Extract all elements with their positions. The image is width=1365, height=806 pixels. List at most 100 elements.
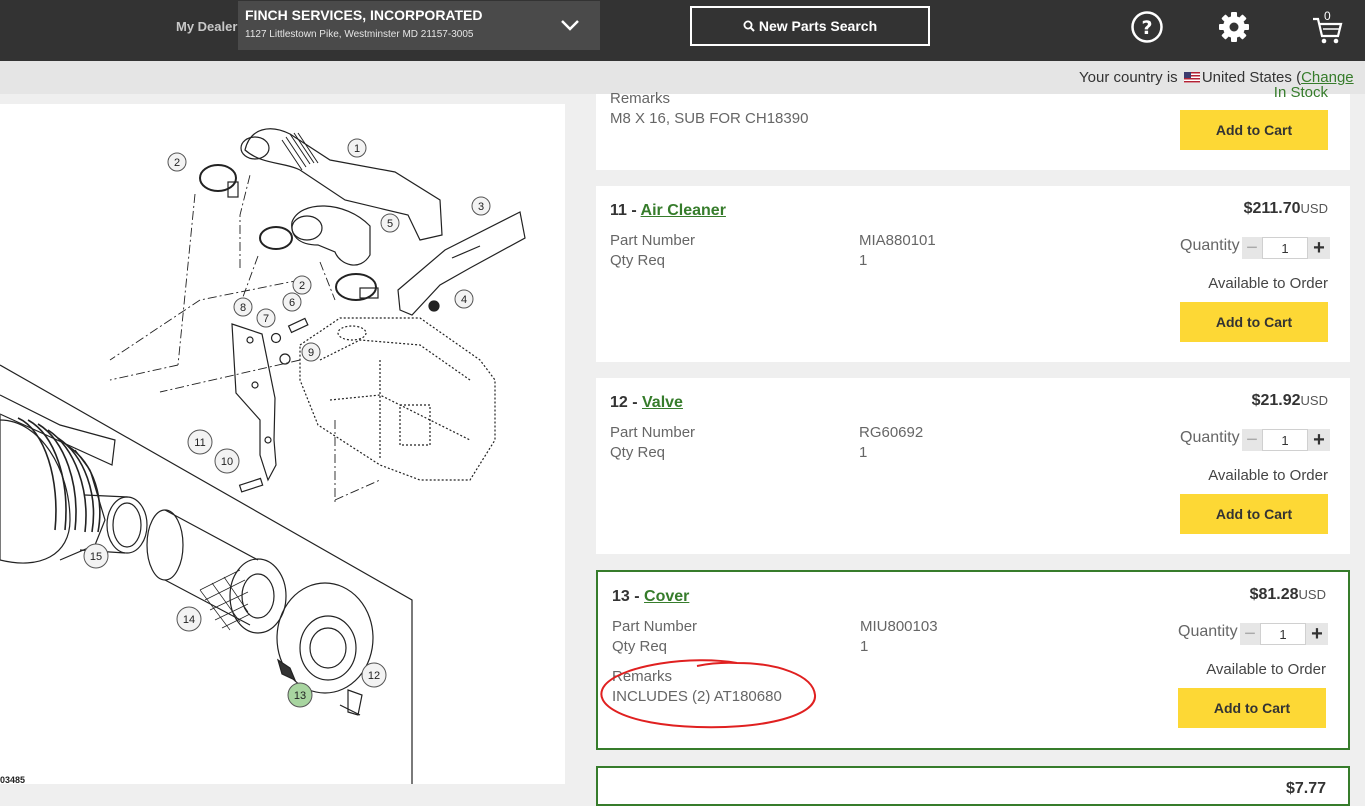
qty-req-label: Qty Req: [612, 638, 668, 655]
svg-text:4: 4: [461, 294, 467, 306]
svg-text:14: 14: [183, 614, 195, 626]
help-icon[interactable]: ?: [1130, 10, 1164, 44]
part-title: 13 - Cover: [612, 588, 689, 606]
increment-button[interactable]: +: [1306, 623, 1328, 645]
callout-13-highlighted: 13: [287, 682, 313, 708]
svg-text:2: 2: [299, 280, 305, 292]
part-name-link[interactable]: Valve: [642, 394, 683, 411]
gear-icon[interactable]: [1217, 10, 1251, 44]
quantity-input[interactable]: [1260, 623, 1306, 645]
dealer-selector[interactable]: FINCH SERVICES, INCORPORATED 1127 Little…: [238, 1, 600, 50]
part-card-13-selected: 13 - Cover Part Number MIU800103 Qty Req…: [596, 570, 1350, 750]
svg-text:5: 5: [387, 218, 393, 230]
availability-status: Available to Order: [1208, 467, 1328, 484]
top-header: My Dealer FINCH SERVICES, INCORPORATED 1…: [0, 0, 1365, 61]
new-parts-search-button[interactable]: New Parts Search: [690, 6, 930, 46]
part-card-11: 11 - Air Cleaner Part Number MIA880101 Q…: [596, 186, 1350, 362]
country-bar: Your country is United States (Change: [0, 61, 1365, 94]
search-icon: [743, 20, 755, 32]
callout-3: 3: [471, 196, 491, 216]
red-annotation-circle: [600, 659, 817, 729]
part-price: $21.92USD: [1252, 392, 1328, 410]
availability-status: Available to Order: [1208, 275, 1328, 292]
callout-12: 12: [361, 662, 387, 688]
svg-text:7: 7: [263, 313, 269, 325]
part-card-12: 12 - Valve Part Number RG60692 Qty Req 1…: [596, 378, 1350, 554]
callout-7: 7: [256, 308, 276, 328]
remarks-value: M8 X 16, SUB FOR CH18390: [610, 110, 809, 127]
price-amount: $21.92: [1251, 392, 1301, 409]
qty-req-value: 1: [860, 638, 869, 655]
qty-req-label: Qty Req: [610, 444, 666, 461]
part-card-next: $7.77: [596, 766, 1350, 806]
callout-1: 1: [347, 138, 367, 158]
callout-8: 8: [233, 297, 253, 317]
svg-text:12: 12: [368, 670, 380, 682]
part-index: 12 -: [610, 394, 643, 411]
country-prefix: Your country is: [1079, 69, 1178, 86]
part-number-label: Part Number: [610, 232, 696, 249]
add-to-cart-button[interactable]: Add to Cart: [1180, 494, 1328, 534]
svg-text:8: 8: [240, 302, 246, 314]
dealer-address: 1127 Littlestown Pike, Westminster MD 21…: [245, 29, 474, 40]
svg-text:10: 10: [221, 456, 233, 468]
price-currency: USD: [1300, 393, 1328, 408]
part-price: $81.28USD: [1250, 586, 1326, 604]
price-currency: USD: [1298, 587, 1326, 602]
quantity-input[interactable]: [1262, 429, 1308, 451]
price-amount: $211.70: [1243, 200, 1301, 217]
add-to-cart-button[interactable]: Add to Cart: [1180, 110, 1328, 150]
qty-req-value: 1: [859, 252, 868, 269]
callout-5: 5: [380, 213, 400, 233]
callout-6: 6: [282, 292, 302, 312]
quantity-input[interactable]: [1262, 237, 1308, 259]
price-amount: $81.28: [1249, 586, 1299, 603]
increment-button[interactable]: +: [1308, 237, 1330, 259]
decrement-button[interactable]: −: [1242, 237, 1262, 259]
svg-text:?: ?: [1141, 17, 1152, 39]
qty-req-label: Qty Req: [610, 252, 666, 269]
diagram-image-id: 03485: [0, 775, 26, 784]
add-to-cart-button[interactable]: Add to Cart: [1180, 302, 1328, 342]
svg-text:13: 13: [294, 690, 306, 702]
part-card-partial: Remarks M8 X 16, SUB FOR CH18390 In Stoc…: [596, 84, 1350, 170]
part-index: 13 -: [612, 588, 645, 605]
part-name-link[interactable]: Air Cleaner: [641, 202, 726, 219]
availability-status: Available to Order: [1206, 661, 1326, 678]
increment-button[interactable]: +: [1308, 429, 1330, 451]
quantity-stepper: − +: [1242, 237, 1330, 259]
svg-text:6: 6: [289, 297, 295, 309]
callout-11: 11: [187, 429, 213, 455]
next-part-price: $7.77: [1285, 780, 1326, 797]
exploded-view-drawing[interactable]: 1 2 3 5 2 4 6 8 7 9 11 10 15 14 12 13: [0, 104, 565, 784]
svg-text:9: 9: [308, 347, 314, 359]
part-number-value: RG60692: [859, 424, 924, 441]
part-title: 12 - Valve: [610, 394, 683, 412]
parts-diagram: 1 2 3 5 2 4 6 8 7 9 11 10 15 14 12 13 03…: [0, 104, 565, 784]
svg-text:1: 1: [354, 143, 360, 155]
part-title: 11 - Air Cleaner: [610, 202, 726, 220]
part-number-label: Part Number: [610, 424, 696, 441]
callout-10: 10: [214, 448, 240, 474]
part-name-link[interactable]: Cover: [644, 588, 689, 605]
part-number-value: MIU800103: [860, 618, 938, 635]
svg-text:11: 11: [194, 437, 205, 449]
qty-req-value: 1: [859, 444, 868, 461]
dealer-name: FINCH SERVICES, INCORPORATED: [245, 7, 483, 23]
part-price: $211.70USD: [1244, 200, 1328, 218]
chevron-down-icon[interactable]: [558, 13, 582, 37]
svg-text:15: 15: [90, 551, 102, 563]
quantity-label: Quantity: [1178, 623, 1238, 640]
callout-9: 9: [301, 342, 321, 362]
callout-15: 15: [83, 543, 109, 569]
decrement-button[interactable]: −: [1240, 623, 1260, 645]
callout-2b: 2: [292, 275, 312, 295]
quantity-label: Quantity: [1180, 429, 1240, 446]
svg-text:3: 3: [478, 201, 484, 213]
add-to-cart-button[interactable]: Add to Cart: [1178, 688, 1326, 728]
quantity-stepper: − +: [1240, 623, 1328, 645]
part-number-value: MIA880101: [859, 232, 936, 249]
callout-14: 14: [176, 606, 202, 632]
decrement-button[interactable]: −: [1242, 429, 1262, 451]
search-button-label: New Parts Search: [758, 18, 878, 34]
